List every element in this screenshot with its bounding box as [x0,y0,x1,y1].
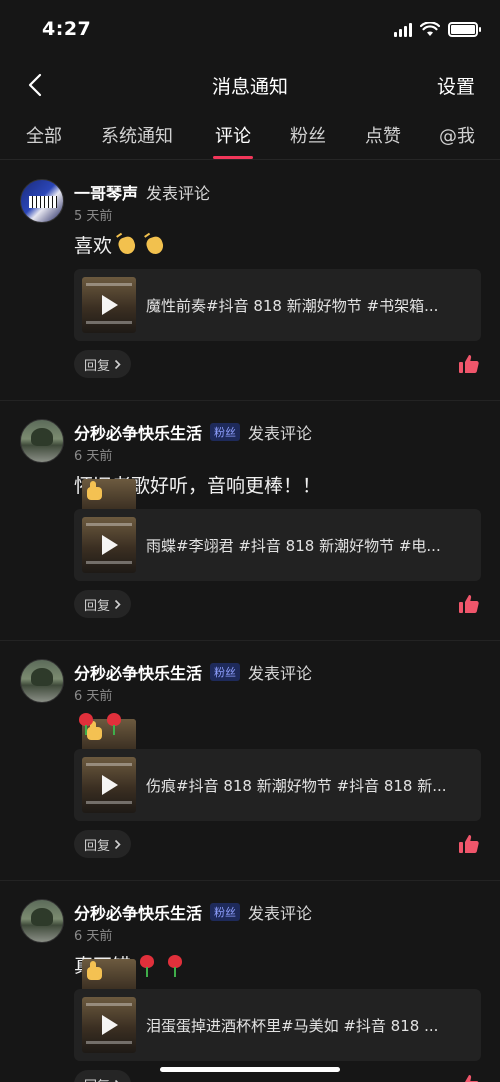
action-text: 发表评论 [146,184,211,203]
comment-text: 怀旧老歌好听，音响更棒！！ [74,471,321,535]
action-text: 发表评论 [248,904,313,923]
user-line: 分秒必争快乐生活 粉丝 发表评论 [74,660,312,684]
play-icon [102,535,118,555]
action-text: 发表评论 [248,664,313,683]
status-icons [394,22,481,37]
reply-label: 回复 [84,1075,110,1082]
tab-likes[interactable]: 点赞 [365,122,401,148]
clap-icon [144,233,168,257]
settings-button[interactable]: 设置 [437,72,475,99]
chevron-right-icon [114,599,121,609]
active-tab-indicator [213,156,253,159]
tab-system[interactable]: 系统通知 [101,122,173,148]
username[interactable]: 分秒必争快乐生活 [74,900,202,924]
comment-text: 真不错 [74,951,187,1015]
fan-badge: 粉丝 [210,423,241,441]
user-line: 一哥琴声 发表评论 [74,180,210,204]
timestamp: 6 天前 [74,689,113,704]
video-card[interactable]: 伤痕#抖音 818 新潮好物节 #抖音 818 新... [74,749,481,821]
play-icon [102,1015,118,1035]
video-card[interactable]: 泪蛋蛋掉进酒杯杯里#马美如 #抖音 818 ... [74,989,481,1061]
rose-icon [74,711,98,735]
timestamp: 5 天前 [74,209,113,224]
like-icon[interactable] [458,1073,480,1082]
user-line: 分秒必争快乐生活 粉丝 发表评论 [74,420,312,444]
avatar[interactable] [20,419,64,463]
like-icon[interactable] [458,593,480,615]
tab-all[interactable]: 全部 [26,122,62,148]
chevron-right-icon [114,1079,119,1082]
tab-mentions[interactable]: @我 [439,122,475,148]
home-indicator[interactable] [160,1067,340,1072]
rose-icon [135,953,159,977]
username[interactable]: 一哥琴声 [74,180,138,204]
video-title: 泪蛋蛋掉进酒杯杯里#马美如 #抖音 818 ... [146,1017,439,1035]
reply-label: 回复 [84,838,111,854]
clap-icon [116,233,140,257]
page-title: 消息通知 [211,76,288,98]
rose-icon [102,711,126,735]
video-thumbnail [82,757,136,813]
list-item[interactable]: 分秒必争快乐生活 粉丝 发表评论 6 天前 伤痕#抖音 818 新潮好物节 #抖… [0,641,500,881]
video-thumbnail [82,277,136,333]
fan-badge: 粉丝 [210,903,241,921]
tab-comments[interactable]: 评论 [215,122,251,148]
username[interactable]: 分秒必争快乐生活 [74,420,202,444]
video-card[interactable]: 雨蝶#李翊君 #抖音 818 新潮好物节 #电... [74,509,481,581]
tab-fans[interactable]: 粉丝 [290,122,326,148]
status-time: 4:27 [42,18,92,40]
avatar[interactable] [20,899,64,943]
comment-text: 喜欢 [74,231,168,258]
reply-label: 回复 [84,358,111,374]
video-thumbnail [82,517,136,573]
comment-text [74,711,136,775]
video-thumbnail [82,997,136,1053]
fan-badge: 粉丝 [210,663,241,681]
video-title: 雨蝶#李翊君 #抖音 818 新潮好物节 #电... [146,537,441,555]
wifi-icon [420,22,440,36]
video-title: 伤痕#抖音 818 新潮好物节 #抖音 818 新... [146,777,447,795]
video-card[interactable]: 魔性前奏#抖音 818 新潮好物节 #书架箱... [74,269,481,341]
reply-button[interactable]: 回复 [74,350,132,378]
signal-icon [394,22,412,37]
reply-button[interactable]: 回复 [74,830,132,858]
avatar[interactable] [20,179,64,223]
reply-label: 回复 [84,598,111,614]
list-item[interactable]: 分秒必争快乐生活 粉丝 发表评论 6 天前 真不错 泪蛋蛋掉进酒杯杯里#马美如 … [0,881,500,1082]
user-line: 分秒必争快乐生活 粉丝 发表评论 [74,900,312,924]
timestamp: 6 天前 [74,929,113,944]
nav-bar: 消息通知 设置 [0,58,500,112]
play-icon [102,775,118,795]
like-icon[interactable] [458,353,480,375]
like-icon[interactable] [458,833,480,855]
action-text: 发表评论 [248,424,313,443]
reply-button[interactable]: 回复 [74,590,132,618]
list-item[interactable]: 分秒必争快乐生活 粉丝 发表评论 6 天前 怀旧老歌好听，音响更棒！！ 雨蝶#李… [0,401,500,641]
tab-bar: 全部 系统通知 评论 粉丝 点赞 @我 [0,112,500,160]
battery-icon [448,22,481,37]
list-item[interactable]: 一哥琴声 发表评论 5 天前 喜欢 魔性前奏#抖音 818 新潮好物节 #书架箱… [0,161,500,401]
reply-button[interactable]: 回复 [74,1070,132,1082]
avatar[interactable] [20,659,64,703]
chevron-right-icon [114,839,121,849]
timestamp: 6 天前 [74,449,113,464]
username[interactable]: 分秒必争快乐生活 [74,660,202,684]
play-icon [102,295,118,315]
comment-body: 喜欢 [74,235,113,257]
rose-icon [163,953,187,977]
video-title: 魔性前奏#抖音 818 新潮好物节 #书架箱... [146,297,439,315]
chevron-right-icon [114,359,121,369]
status-bar: 4:27 [0,0,500,58]
